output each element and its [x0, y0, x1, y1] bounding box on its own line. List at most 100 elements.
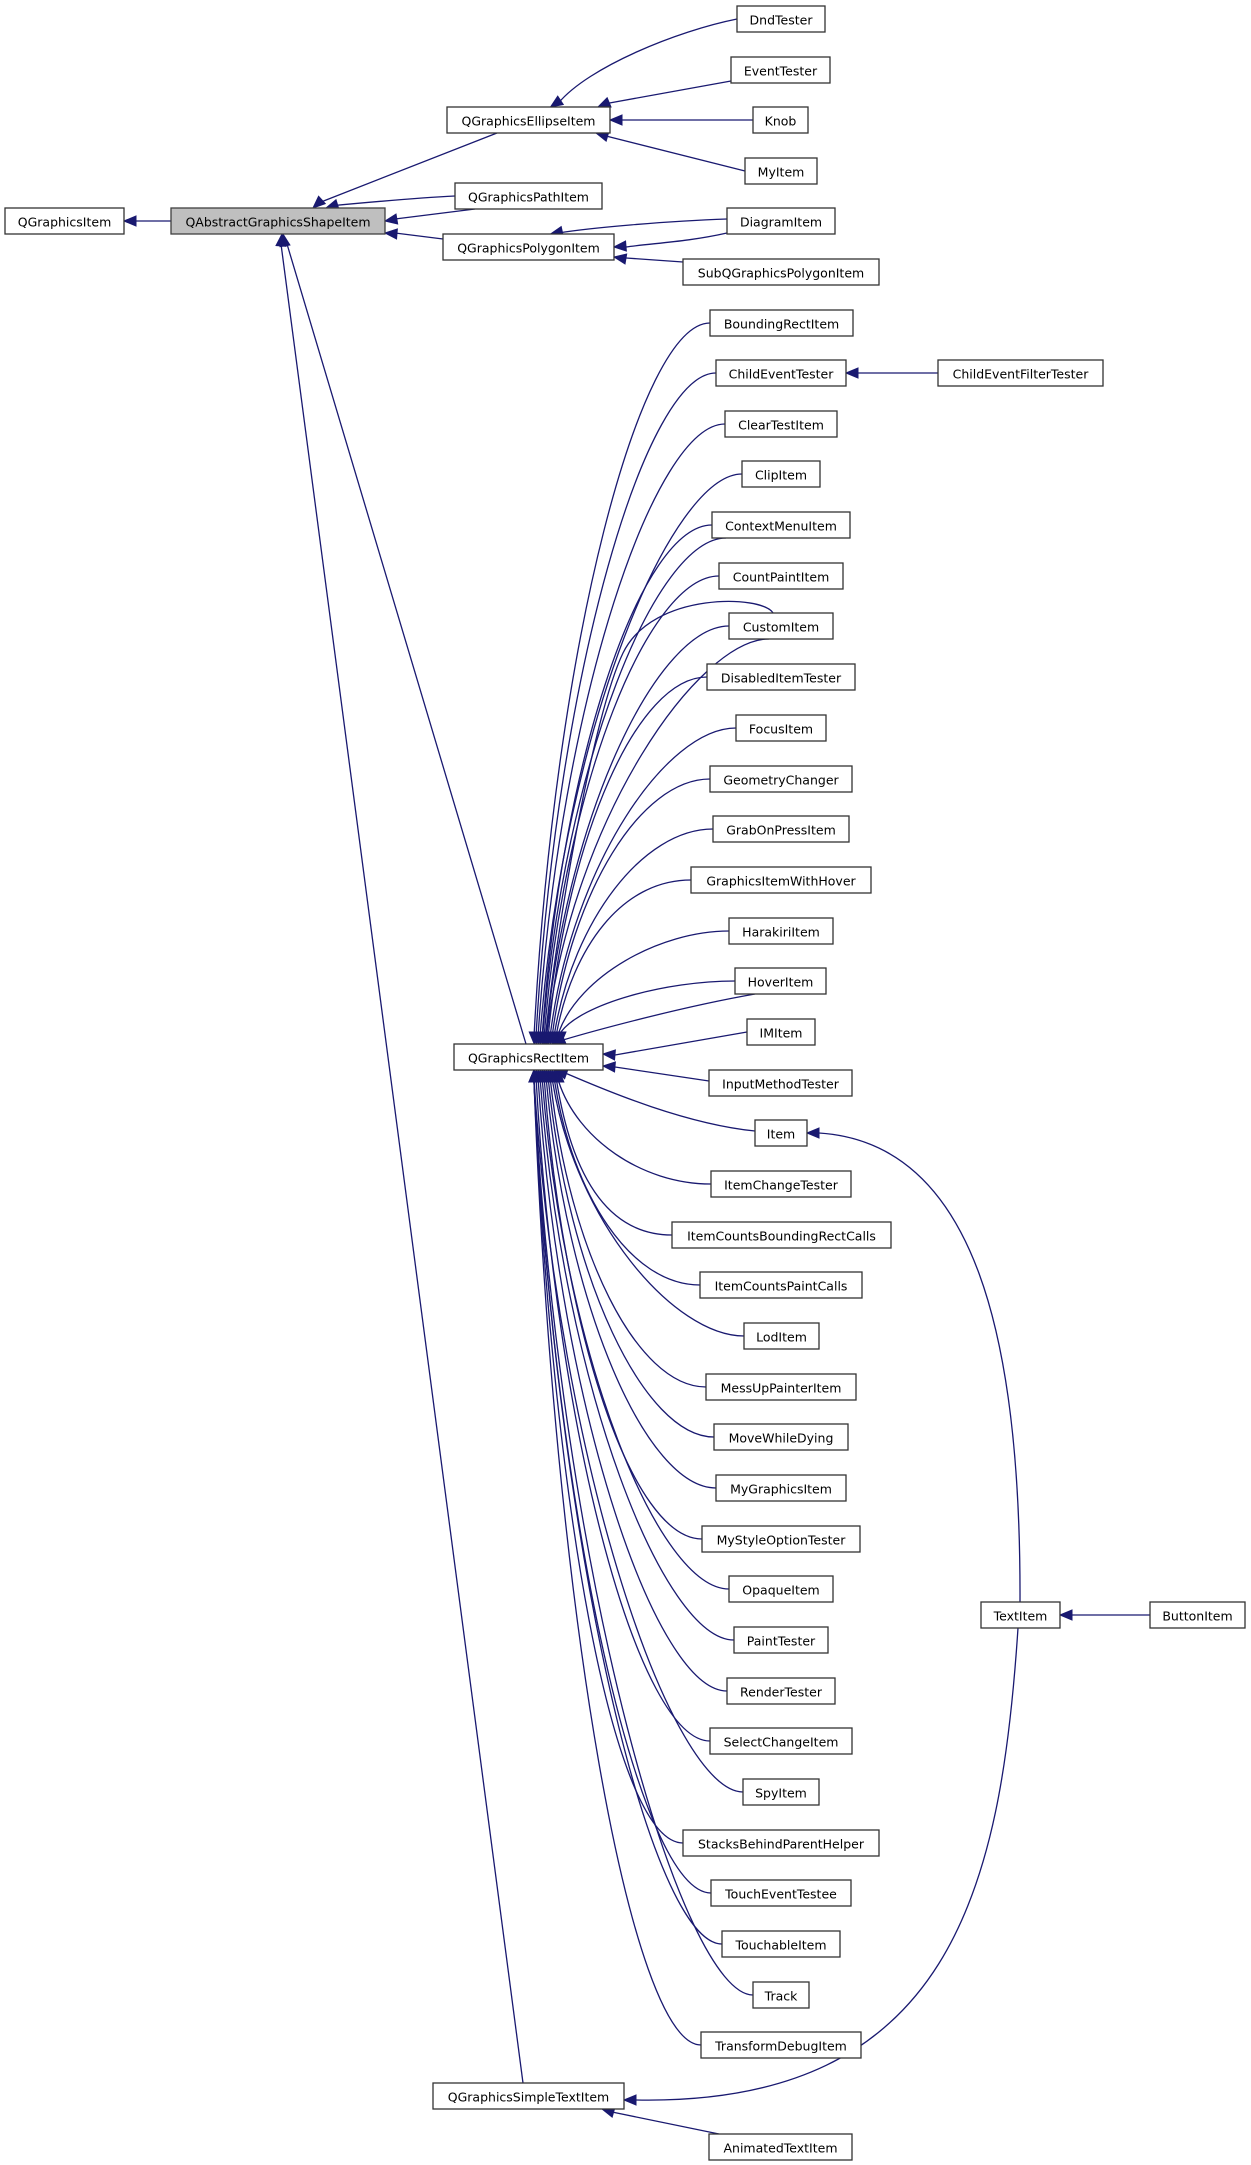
- class-node-context-menu-item[interactable]: ContextMenuItem: [711, 511, 851, 539]
- arrowhead-icon: [608, 114, 623, 126]
- arrowhead-icon: [312, 195, 327, 209]
- class-label: MessUpPainterItem: [721, 1381, 842, 1396]
- edge-line: [533, 322, 711, 1033]
- inheritance-edge-my-style-option-tester-to-q-graphics-rect-item: [538, 1068, 703, 1540]
- class-node-render-tester[interactable]: RenderTester: [726, 1677, 836, 1705]
- class-label: QGraphicsPolygonItem: [457, 241, 600, 256]
- inheritance-edge-animated-text-item-to-q-graphics-simple-text-item: [600, 2106, 720, 2135]
- edge-line: [537, 423, 726, 1033]
- arrowhead-icon: [383, 228, 398, 240]
- nodes-layer: QGraphicsItem QAbstractGraphicsShapeItem Q…: [4, 5, 1246, 2161]
- class-label: Track: [764, 1989, 798, 2004]
- class-label: BoundingRectItem: [724, 317, 839, 332]
- edge-line: [394, 232, 444, 240]
- edge-line: [543, 1081, 703, 1540]
- class-node-paint-tester[interactable]: PaintTester: [733, 1626, 829, 1654]
- class-node-q-graphics-path-item[interactable]: QGraphicsPathItem: [454, 182, 603, 210]
- class-node-sub-q-graphics-polygon-item[interactable]: SubQGraphicsPolygonItem: [682, 258, 880, 286]
- class-label: QGraphicsRectItem: [468, 1051, 589, 1066]
- class-label: TouchableItem: [734, 1938, 826, 1953]
- class-label: ClearTestItem: [738, 418, 824, 433]
- class-node-q-graphics-simple-text-item[interactable]: QGraphicsSimpleTextItem: [432, 2082, 625, 2110]
- class-node-knob[interactable]: Knob: [752, 106, 809, 134]
- class-node-grab-on-press-item[interactable]: GrabOnPressItem: [712, 815, 850, 843]
- class-node-my-item[interactable]: MyItem: [744, 157, 818, 185]
- class-node-clip-item[interactable]: ClipItem: [741, 460, 821, 488]
- edge-line: [560, 980, 736, 1033]
- class-node-spy-item[interactable]: SpyItem: [742, 1778, 820, 1806]
- class-node-button-item[interactable]: ButtonItem: [1149, 1601, 1246, 1629]
- class-node-my-style-option-tester[interactable]: MyStyleOptionTester: [701, 1525, 861, 1553]
- class-label: MyStyleOptionTester: [717, 1533, 847, 1548]
- class-node-dnd-tester[interactable]: DndTester: [736, 5, 826, 33]
- class-node-text-item[interactable]: TextItem: [980, 1601, 1061, 1629]
- class-node-touchable-item[interactable]: TouchableItem: [721, 1930, 841, 1958]
- class-label: ClipItem: [755, 468, 807, 483]
- class-node-touch-event-testee[interactable]: TouchEventTestee: [710, 1879, 852, 1907]
- class-node-clear-test-item[interactable]: ClearTestItem: [724, 410, 838, 438]
- edge-line: [562, 993, 756, 1041]
- inheritance-edge-diagram-item-to-q-graphics-polygon-item: [612, 232, 728, 252]
- class-label: LodItem: [756, 1330, 807, 1345]
- class-node-focus-item[interactable]: FocusItem: [735, 714, 827, 742]
- class-node-q-graphics-rect-item[interactable]: QGraphicsRectItem: [453, 1043, 604, 1071]
- class-node-transform-debug-item[interactable]: TransformDebugItem: [700, 2031, 862, 2059]
- class-node-diagram-item[interactable]: DiagramItem: [726, 207, 836, 235]
- class-node-track[interactable]: Track: [752, 1981, 810, 2009]
- class-label: ItemChangeTester: [724, 1178, 839, 1193]
- class-node-opaque-item[interactable]: OpaqueItem: [728, 1575, 834, 1603]
- class-node-event-tester[interactable]: EventTester: [730, 56, 831, 84]
- class-label: HarakiriItem: [742, 925, 820, 940]
- class-node-stacks-behind-parent-helper[interactable]: StacksBehindParentHelper: [682, 1829, 880, 1857]
- class-label: CustomItem: [743, 620, 819, 635]
- class-node-input-method-tester[interactable]: InputMethodTester: [708, 1069, 853, 1097]
- arrowhead-icon: [596, 96, 612, 108]
- inheritance-edge-im-item-to-q-graphics-rect-item: [601, 1031, 748, 1061]
- class-node-q-graphics-ellipse-item[interactable]: QGraphicsEllipseItem: [446, 106, 611, 134]
- inheritance-edge-child-event-filter-tester-to-child-event-tester: [844, 367, 938, 379]
- class-node-select-change-item[interactable]: SelectChangeItem: [709, 1727, 853, 1755]
- class-node-q-graphics-polygon-item[interactable]: QGraphicsPolygonItem: [442, 233, 615, 261]
- class-label: GrabOnPressItem: [726, 823, 836, 838]
- class-label: ButtonItem: [1162, 1609, 1232, 1624]
- class-node-graphics-item-with-hover[interactable]: GraphicsItemWithHover: [690, 866, 872, 894]
- inheritance-edge-stacks-behind-parent-helper-to-q-graphics-rect-item: [528, 1068, 684, 1844]
- class-label: DiagramItem: [740, 215, 822, 230]
- class-node-hover-item[interactable]: HoverItem: [734, 967, 827, 995]
- class-node-item[interactable]: Item: [754, 1119, 808, 1147]
- class-label: IMItem: [760, 1026, 803, 1041]
- inheritance-edge-q-graphics-path-item-to-q-abstract-graphics-shape-item: [383, 208, 476, 225]
- class-node-move-while-dying[interactable]: MoveWhileDying: [713, 1423, 849, 1451]
- class-node-bounding-rect-item[interactable]: BoundingRectItem: [709, 309, 854, 337]
- class-node-child-event-filter-tester[interactable]: ChildEventFilterTester: [937, 359, 1104, 387]
- class-node-child-event-tester[interactable]: ChildEventTester: [715, 359, 847, 387]
- class-node-count-paint-item[interactable]: CountPaintItem: [718, 562, 844, 590]
- edge-line: [543, 575, 720, 1033]
- class-node-my-graphics-item[interactable]: MyGraphicsItem: [715, 1474, 847, 1502]
- class-node-custom-item[interactable]: CustomItem: [728, 612, 834, 640]
- inheritance-edge-custom-item-to-q-graphics-rect-item: [540, 625, 730, 1046]
- class-node-disabled-item-tester[interactable]: DisabledItemTester: [706, 663, 856, 691]
- class-node-mess-up-painter-item[interactable]: MessUpPainterItem: [705, 1373, 857, 1401]
- class-label: InputMethodTester: [722, 1077, 840, 1092]
- class-label: FocusItem: [749, 722, 813, 737]
- class-node-item-counts-bounding-rect-calls[interactable]: ItemCountsBoundingRectCalls: [671, 1221, 892, 1249]
- class-label: QAbstractGraphicsShapeItem: [185, 215, 370, 230]
- class-node-item-counts-paint-calls[interactable]: ItemCountsPaintCalls: [699, 1271, 863, 1299]
- inheritance-edge-q-graphics-path-item-to-q-abstract-graphics-shape-item: [324, 195, 456, 210]
- class-node-geometry-changer[interactable]: GeometryChanger: [709, 765, 853, 793]
- arrowhead-icon: [612, 253, 628, 265]
- class-label: EventTester: [744, 64, 818, 79]
- class-node-harakiri-item[interactable]: HarakiriItem: [728, 917, 834, 945]
- class-label: ItemCountsBoundingRectCalls: [687, 1229, 876, 1244]
- class-node-im-item[interactable]: IMItem: [746, 1018, 816, 1046]
- class-node-animated-text-item[interactable]: AnimatedTextItem: [708, 2133, 853, 2161]
- class-node-item-change-tester[interactable]: ItemChangeTester: [710, 1170, 852, 1198]
- class-node-lod-item[interactable]: LodItem: [743, 1322, 820, 1350]
- arrowhead-icon: [612, 240, 627, 252]
- edge-line: [558, 930, 730, 1033]
- inheritance-edge-q-graphics-simple-text-item-to-q-abstract-graphics-shape-item: [275, 232, 524, 2084]
- inheritance-diagram: QGraphicsItem QAbstractGraphicsShapeItem Q…: [4, 5, 1246, 2161]
- edge-line: [286, 243, 527, 1045]
- class-node-q-graphics-item[interactable]: QGraphicsItem: [4, 207, 125, 235]
